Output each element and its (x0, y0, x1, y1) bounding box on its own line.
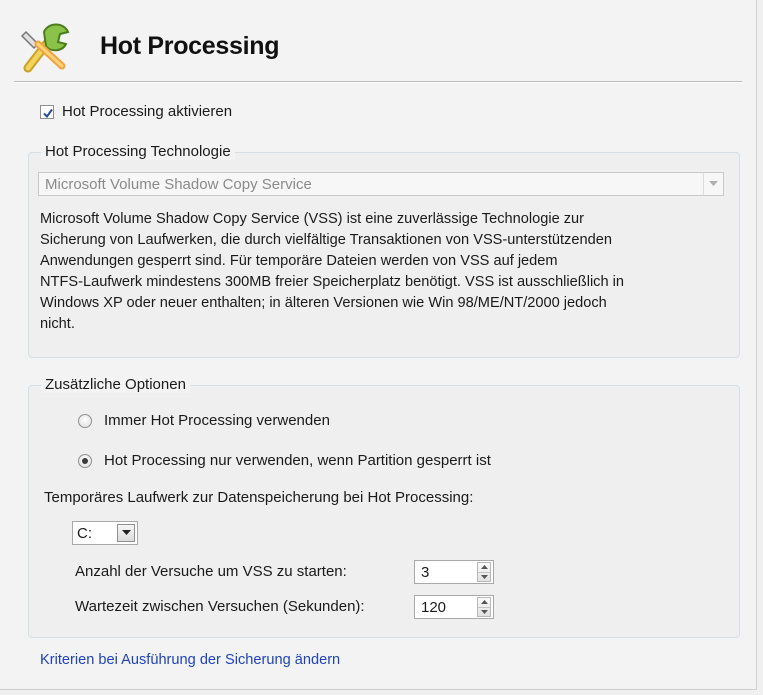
description-line: Windows XP oder neuer enthalten; in älte… (40, 295, 607, 311)
enable-hot-processing-label: Hot Processing aktivieren (62, 103, 233, 120)
enable-hot-processing-row[interactable]: Hot Processing aktivieren (40, 103, 232, 120)
options-group-title: Zusätzliche Optionen (41, 376, 190, 393)
page-header: Hot Processing (18, 14, 738, 78)
technology-group-title: Hot Processing Technologie (41, 143, 235, 160)
temp-drive-select[interactable]: C: (72, 521, 138, 545)
stepper-down-icon[interactable] (478, 606, 490, 617)
change-backup-criteria-link[interactable]: Kriterien bei Ausführung der Sicherung ä… (40, 652, 340, 668)
header-divider (14, 81, 742, 83)
wait-label: Wartezeit zwischen Versuchen (Sekunden): (75, 598, 365, 615)
page-title: Hot Processing (100, 31, 280, 60)
description-line: Anwendungen gesperrt sind. Für temporäre… (40, 253, 558, 269)
description-line: nicht. (40, 316, 75, 332)
chevron-down-icon[interactable] (117, 524, 135, 542)
radio-always-row[interactable]: Immer Hot Processing verwenden (78, 412, 330, 429)
radio-locked-row[interactable]: Hot Processing nur verwenden, wenn Parti… (78, 452, 491, 469)
description-line: Sicherung von Laufwerken, die durch viel… (40, 232, 612, 248)
technology-select[interactable]: Microsoft Volume Shadow Copy Service (38, 172, 724, 196)
stepper-buttons[interactable] (477, 562, 491, 582)
attempts-stepper[interactable]: 3 (414, 560, 494, 584)
radio-always[interactable] (78, 413, 92, 428)
radio-locked-label: Hot Processing nur verwenden, wenn Parti… (104, 452, 491, 469)
stepper-down-icon[interactable] (478, 571, 490, 582)
wrench-tools-icon (20, 23, 70, 73)
hot-processing-panel: Hot Processing Hot Processing aktivieren… (0, 0, 757, 690)
temp-drive-label: Temporäres Laufwerk zur Datenspeicherung… (44, 489, 474, 506)
description-line: NTFS-Laufwerk mindestens 300MB freier Sp… (40, 274, 625, 290)
stepper-up-icon[interactable] (478, 598, 490, 607)
technology-select-value: Microsoft Volume Shadow Copy Service (45, 175, 312, 193)
description-line: Microsoft Volume Shadow Copy Service (VS… (40, 211, 585, 227)
attempts-label: Anzahl der Versuche um VSS zu starten: (75, 563, 347, 580)
temp-drive-value: C: (77, 524, 92, 542)
attempts-value: 3 (421, 563, 430, 581)
wait-value: 120 (421, 598, 447, 616)
stepper-buttons[interactable] (477, 597, 491, 617)
checkmark-icon (43, 108, 53, 118)
enable-hot-processing-checkbox[interactable] (40, 104, 54, 119)
chevron-down-icon[interactable] (703, 173, 723, 195)
technology-description: Microsoft Volume Shadow Copy Service (VS… (40, 209, 730, 335)
stepper-up-icon[interactable] (478, 563, 490, 572)
radio-always-label: Immer Hot Processing verwenden (104, 412, 330, 429)
radio-locked[interactable] (78, 453, 92, 468)
wait-stepper[interactable]: 120 (414, 595, 494, 619)
